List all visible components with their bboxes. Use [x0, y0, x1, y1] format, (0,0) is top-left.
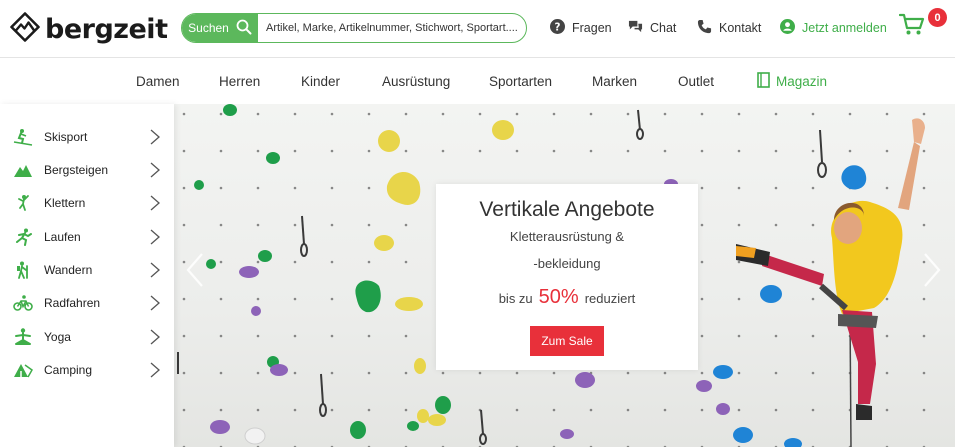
faq-label: Fragen — [572, 21, 612, 35]
logo-mark-icon — [10, 12, 40, 47]
chevron-right-icon — [149, 262, 161, 278]
main-nav: Damen Herren Kinder Ausrüstung Sportarte… — [0, 59, 955, 104]
sidebar-item-camping[interactable]: Camping — [0, 353, 174, 386]
chat-link[interactable]: Chat — [628, 19, 676, 37]
login-link[interactable]: Jetzt anmelden — [780, 19, 887, 37]
promo-title: Vertikale Angebote — [479, 198, 655, 221]
promo-subtitle-line1: Kletterausrüstung & — [509, 229, 625, 244]
chevron-left-icon — [186, 253, 203, 287]
nav-item-ausruestung[interactable]: Ausrüstung — [382, 74, 450, 89]
chevron-right-icon — [149, 162, 161, 178]
sale-cta-button[interactable]: Zum Sale — [530, 326, 604, 356]
nav-item-damen[interactable]: Damen — [136, 74, 180, 89]
contact-link[interactable]: Kontakt — [697, 19, 761, 37]
cart-button[interactable]: 0 — [898, 8, 947, 42]
nav-item-outlet[interactable]: Outlet — [678, 74, 714, 89]
sidebar-item-skisport[interactable]: Skisport — [0, 120, 174, 153]
sidebar-item-label: Bergsteigen — [44, 162, 109, 177]
faq-link[interactable]: ? Fragen — [550, 19, 612, 37]
nav-magazin-label: Magazin — [776, 74, 828, 89]
sidebar-item-laufen[interactable]: Laufen — [0, 220, 174, 253]
sidebar-item-label: Wandern — [44, 262, 93, 277]
chevron-right-icon — [149, 229, 161, 245]
tent-icon — [13, 361, 33, 379]
sidebar-item-label: Klettern — [44, 195, 86, 210]
sidebar-item-label: Camping — [44, 362, 93, 377]
nav-item-magazin[interactable]: Magazin — [757, 72, 827, 91]
login-label: Jetzt anmelden — [802, 21, 887, 35]
sidebar-item-label: Yoga — [44, 329, 71, 344]
chat-label: Chat — [650, 21, 677, 35]
nav-item-herren[interactable]: Herren — [219, 74, 260, 89]
nav-item-marken[interactable]: Marken — [592, 74, 637, 89]
promo-box: Vertikale Angebote Kletterausrüstung & -… — [436, 184, 698, 370]
phone-icon — [697, 19, 712, 37]
sidebar-item-label: Laufen — [44, 229, 81, 244]
carousel-next-button[interactable] — [922, 252, 942, 288]
nav-item-sportarten[interactable]: Sportarten — [489, 74, 552, 89]
book-icon — [757, 72, 770, 91]
chat-icon — [628, 19, 643, 37]
category-sidebar: Skisport Bergsteigen Klettern Laufen Wan… — [0, 104, 174, 447]
chevron-right-icon — [149, 295, 161, 311]
promo-sale-line: bis zu 50% reduziert — [436, 286, 698, 309]
sale-percent: 50% — [538, 286, 579, 308]
yoga-icon — [13, 327, 33, 346]
chevron-right-icon — [149, 362, 161, 378]
hero-banner[interactable]: Vertikale Angebote Kletterausrüstung & -… — [174, 104, 955, 447]
search-input[interactable] — [258, 14, 526, 42]
sidebar-item-label: Skisport — [44, 129, 88, 144]
sidebar-item-radfahren[interactable]: Radfahren — [0, 286, 174, 319]
search-button-label: Suchen — [188, 21, 229, 35]
search-button[interactable]: Suchen — [182, 14, 258, 42]
sidebar-item-wandern[interactable]: Wandern — [0, 253, 174, 286]
carousel-prev-button[interactable] — [185, 252, 205, 288]
skiing-icon — [13, 128, 33, 146]
hiking-icon — [13, 261, 33, 279]
search-icon — [236, 19, 252, 38]
contact-label: Kontakt — [719, 21, 762, 35]
chevron-right-icon — [924, 253, 941, 287]
climbing-icon — [13, 194, 33, 212]
logo-text: bergzeit — [45, 13, 168, 45]
logo[interactable]: bergzeit — [10, 12, 168, 47]
chevron-right-icon — [149, 129, 161, 145]
sidebar-item-klettern[interactable]: Klettern — [0, 186, 174, 219]
site-header: bergzeit Suchen ? Fragen Chat Kontakt — [0, 0, 955, 58]
svg-text:?: ? — [555, 21, 561, 33]
sidebar-item-label: Radfahren — [44, 295, 101, 310]
question-icon: ? — [550, 19, 565, 37]
sale-suffix: reduziert — [584, 291, 636, 306]
promo-subtitle-line2: -bekleidung — [533, 256, 601, 271]
cart-icon — [898, 13, 925, 41]
sidebar-item-yoga[interactable]: Yoga — [0, 320, 174, 353]
sale-prefix: bis zu — [498, 291, 533, 306]
chevron-right-icon — [149, 195, 161, 211]
user-icon — [780, 19, 795, 37]
mountain-icon — [13, 161, 33, 179]
bicycle-icon — [13, 294, 33, 312]
nav-item-kinder[interactable]: Kinder — [301, 74, 340, 89]
cart-count-badge: 0 — [928, 8, 947, 27]
sidebar-item-bergsteigen[interactable]: Bergsteigen — [0, 153, 174, 186]
running-icon — [13, 228, 33, 246]
chevron-right-icon — [149, 329, 161, 345]
search-bar: Suchen — [181, 13, 527, 43]
